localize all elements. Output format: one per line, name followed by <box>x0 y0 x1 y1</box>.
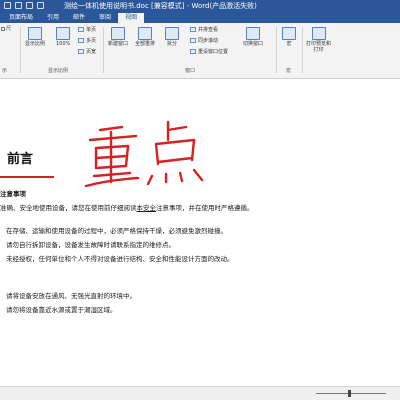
print-preview-button[interactable]: 打印预览和 打印 <box>306 27 331 53</box>
heading-underline <box>0 176 54 178</box>
ink-stroke <box>166 120 188 142</box>
sync-scroll-icon <box>190 38 196 43</box>
tab-page-layout[interactable]: 页面布局 <box>2 13 40 23</box>
switch-window-icon <box>246 27 260 40</box>
zoom-slider-thumb[interactable] <box>348 390 351 397</box>
tab-references[interactable]: 引用 <box>40 13 66 23</box>
sync-scroll-label: 同步滚动 <box>198 38 219 44</box>
paragraph-line: 请勿将设备靠近水源或置于潮湿区域。 <box>6 306 117 314</box>
paragraph-line: 在存储、运输和使用设备的过程中，必须严格保持干燥，必须避免激烈碰撞。 <box>6 227 227 235</box>
paragraph-line: 未经授权，任何单位和个人不得对设备进行结构、安全和性能设计方面的改动。 <box>6 255 234 263</box>
side-by-side-button[interactable]: 并排查看 <box>190 27 218 33</box>
tab-view[interactable]: 视图 <box>118 13 145 23</box>
customize-icon[interactable] <box>37 2 44 9</box>
split-button[interactable]: 拆分 <box>165 27 179 47</box>
paragraph-line: 准确、安全地使用设备，请您在使用前仔细阅读本安全注意事项，并在使用时严格遵循。 <box>0 204 254 212</box>
side-by-side-icon <box>190 27 196 32</box>
magnifier-icon <box>28 27 42 40</box>
status-bar <box>0 386 400 400</box>
underlined-phrase: 本安全 <box>136 204 157 212</box>
group-window-label: 窗口 <box>185 68 196 74</box>
zoom-100-label: 100% <box>56 41 71 47</box>
ruler-label: 尺 <box>6 26 12 32</box>
group-show-label: 示 <box>2 68 8 74</box>
zoom-100-icon <box>56 27 71 40</box>
ink-stroke <box>88 134 138 142</box>
one-page-button[interactable]: 单页 <box>78 27 96 33</box>
zoom-100-button[interactable]: 100% <box>56 27 70 47</box>
split-label: 拆分 <box>166 41 177 47</box>
arrange-all-label: 全部重排 <box>135 41 156 47</box>
reset-window-label: 重设窗口位置 <box>198 49 229 55</box>
ribbon: 尺 示 显示比例 100% 单页 多页 页宽 显示比例 新建窗口 全部重排 拆分… <box>0 23 400 79</box>
page-width-button[interactable]: 页宽 <box>78 49 96 55</box>
group-separator <box>302 27 303 73</box>
new-window-icon <box>111 27 125 40</box>
checkbox-icon <box>1 26 5 31</box>
tab-mailings[interactable]: 邮件 <box>66 13 92 23</box>
ink-stroke <box>92 171 132 178</box>
zoom-slider[interactable] <box>316 393 386 394</box>
document-canvas[interactable]: 前言 注意事项 准确、安全地使用设备，请您在使用前仔细阅读本安全注意事项，并在使… <box>0 80 400 380</box>
switch-window-button[interactable]: 切换窗口 <box>243 27 263 47</box>
macro-icon <box>282 27 296 40</box>
zoom-button-label: 显示比例 <box>25 41 46 47</box>
ink-stroke <box>98 125 124 132</box>
page-width-icon <box>78 49 84 54</box>
paragraph-line: 请勿自行拆卸设备，设备发生故障时请联系指定的维修点。 <box>6 241 175 249</box>
quick-access-toolbar <box>4 2 44 9</box>
one-page-label: 单页 <box>86 27 97 33</box>
handwriting-annotation <box>84 120 204 188</box>
group-separator <box>20 27 21 73</box>
group-separator <box>103 27 104 73</box>
section-title: 注意事项 <box>0 190 26 198</box>
side-by-side-label: 并排查看 <box>198 27 219 33</box>
multi-page-label: 多页 <box>86 38 97 44</box>
save-icon[interactable] <box>4 2 11 9</box>
macro-button[interactable]: 宏 <box>282 27 296 47</box>
multi-page-icon <box>78 38 84 43</box>
group-macro-label: 宏 <box>286 68 292 74</box>
one-page-icon <box>78 27 84 32</box>
title-bar: 测绘一体机使用说明书.doc [兼容模式] - Word(产品激活失败) <box>0 0 400 13</box>
ink-stroke <box>146 168 204 186</box>
ink-stroke <box>154 138 196 166</box>
reset-window-button[interactable]: 重设窗口位置 <box>190 49 228 55</box>
group-separator <box>276 27 277 73</box>
tab-review[interactable]: 审阅 <box>92 13 118 23</box>
redo-icon[interactable] <box>26 2 33 9</box>
page-width-label: 页宽 <box>86 49 97 55</box>
arrange-all-icon <box>138 27 152 40</box>
new-window-button[interactable]: 新建窗口 <box>108 27 128 47</box>
new-window-label: 新建窗口 <box>108 41 129 47</box>
page-heading: 前言 <box>7 152 34 167</box>
zoom-button[interactable]: 显示比例 <box>25 27 45 47</box>
ribbon-tabs: 页面布局 引用 邮件 审阅 视图 <box>0 13 400 23</box>
multi-page-button[interactable]: 多页 <box>78 38 96 44</box>
arrange-all-button[interactable]: 全部重排 <box>135 27 155 47</box>
macro-label: 宏 <box>286 41 292 47</box>
undo-icon[interactable] <box>15 2 22 9</box>
print-preview-label-2: 打印 <box>313 47 324 53</box>
reset-window-icon <box>190 49 196 54</box>
paragraph-line: 请将设备安放在通风、无强光直射的环境中。 <box>6 292 136 300</box>
switch-window-label: 切换窗口 <box>243 41 264 47</box>
group-zoom-label: 显示比例 <box>48 68 69 74</box>
split-icon <box>165 27 179 40</box>
print-preview-icon <box>311 27 326 40</box>
window-title: 测绘一体机使用说明书.doc [兼容模式] - Word(产品激活失败) <box>64 2 257 10</box>
ruler-checkbox[interactable]: 尺 <box>1 26 11 32</box>
sync-scroll-button[interactable]: 同步滚动 <box>190 38 218 44</box>
